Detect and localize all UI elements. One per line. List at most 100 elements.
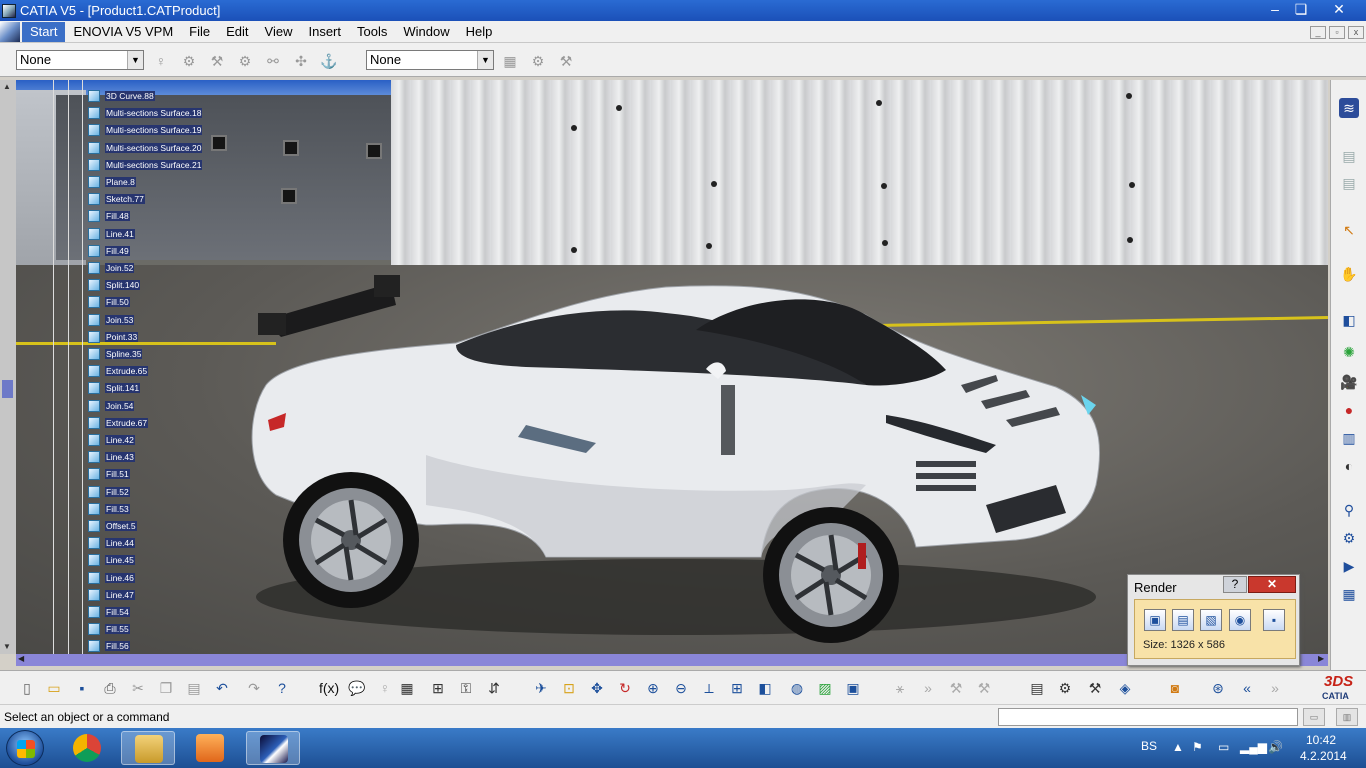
line-thickness-icon[interactable]: ⚯ — [263, 53, 283, 69]
catalog-icon[interactable]: ▤ — [1027, 679, 1047, 697]
tree-item[interactable]: Line.47 — [88, 587, 135, 603]
render-style-icon[interactable]: ⚙ — [179, 53, 199, 69]
constraint-icon[interactable]: ⚒ — [974, 679, 994, 697]
taskbar-media-player[interactable] — [183, 731, 237, 765]
publication-icon[interactable]: ◈ — [1115, 679, 1135, 697]
tree-item[interactable]: Line.42 — [88, 432, 135, 448]
action-center-icon[interactable]: ⚑ — [1192, 740, 1203, 754]
tree-item[interactable]: Split.140 — [88, 277, 141, 293]
tree-item[interactable]: Line.45 — [88, 552, 135, 568]
light-icon[interactable]: ✺ — [1339, 342, 1359, 362]
maximize-button[interactable]: ❏ — [1288, 0, 1314, 19]
menu-start[interactable]: Start — [22, 21, 66, 42]
redo-icon[interactable]: ↷ — [244, 679, 264, 697]
render-shot-icon[interactable]: ▣ — [1144, 609, 1166, 631]
tree-item[interactable]: 3D Curve.88 — [88, 88, 155, 104]
shading-icon[interactable]: ◍ — [787, 679, 807, 697]
status-icon[interactable]: ▭ — [1303, 708, 1325, 726]
paste-icon[interactable]: ▤ — [184, 679, 204, 697]
tree-item[interactable]: Offset.5 — [88, 518, 137, 534]
menu-edit[interactable]: Edit — [218, 24, 256, 39]
bike-icon[interactable]: ⚲ — [1339, 500, 1359, 520]
clock-time[interactable]: 10:42 — [1306, 733, 1336, 747]
tree-item[interactable]: Fill.51 — [88, 466, 130, 482]
save-icon[interactable]: ▪ — [72, 679, 92, 697]
tree-item[interactable]: Multi-sections Surface.21 — [88, 157, 203, 173]
command-input[interactable] — [998, 708, 1298, 726]
scrollbar-thumb[interactable] — [2, 380, 13, 398]
tree-item[interactable]: Fill.50 — [88, 294, 130, 310]
tree-item[interactable]: Point.33 — [88, 329, 139, 345]
render-close-button[interactable]: ✕ — [1248, 576, 1296, 593]
properties-icon[interactable]: ⚙ — [235, 53, 255, 69]
cut-icon[interactable]: ✂ — [128, 679, 148, 697]
taskbar-chrome[interactable] — [60, 731, 114, 765]
tree-item[interactable]: Multi-sections Surface.18 — [88, 105, 203, 121]
visualization-filter-icon[interactable]: ⚙ — [528, 53, 548, 69]
menu-insert[interactable]: Insert — [300, 24, 349, 39]
hide-show-icon[interactable]: ▨ — [815, 679, 835, 697]
tree-item[interactable]: Fill.56 — [88, 638, 130, 654]
menu-tools[interactable]: Tools — [349, 24, 395, 39]
tree-item[interactable]: Extrude.65 — [88, 363, 149, 379]
tree-item[interactable]: Join.54 — [88, 398, 135, 414]
material-icon[interactable]: ● — [1339, 400, 1359, 420]
tree-item[interactable]: Fill.54 — [88, 604, 130, 620]
iso-view-icon[interactable]: ◧ — [755, 679, 775, 697]
scroll-up-icon[interactable]: ▲ — [3, 82, 11, 91]
filter-icon[interactable]: ⚒ — [556, 53, 576, 69]
tree-item[interactable]: Multi-sections Surface.20 — [88, 140, 203, 156]
layer-combo[interactable]: None ▼ — [366, 50, 494, 70]
show-hidden-icons-icon[interactable]: ▲ — [1172, 740, 1184, 754]
render-settings-icon[interactable]: ▤ — [1172, 609, 1194, 631]
copy-icon[interactable]: ❐ — [156, 679, 176, 697]
doc-restore-button[interactable]: ▫ — [1329, 26, 1345, 39]
shooting-icon[interactable]: ◙ — [1165, 679, 1185, 697]
menu-file[interactable]: File — [181, 24, 218, 39]
tree-item[interactable]: Plane.8 — [88, 174, 136, 190]
status-icon[interactable]: ▥ — [1336, 708, 1358, 726]
catia-menu-icon[interactable] — [0, 21, 20, 42]
close-button[interactable]: ✕ — [1326, 0, 1352, 19]
swap-space-icon[interactable]: ▣ — [843, 679, 863, 697]
formula-icon[interactable]: f(x) — [319, 679, 339, 697]
rotate-icon[interactable]: ↻ — [615, 679, 635, 697]
save-render-icon[interactable]: ▪ — [1263, 609, 1285, 631]
taskbar-catia[interactable] — [246, 731, 300, 765]
painter-icon[interactable]: ⚓ — [319, 53, 339, 69]
language-indicator[interactable]: BS — [1141, 739, 1157, 753]
lock-icon[interactable]: ⚿ — [456, 679, 476, 697]
turntable-icon[interactable]: ▦ — [1339, 584, 1359, 604]
fly-mode-icon[interactable]: ✈ — [531, 679, 551, 697]
tree-item[interactable]: Fill.49 — [88, 243, 130, 259]
chevron-down-icon[interactable]: ▼ — [477, 51, 493, 69]
new-icon[interactable]: ▯ — [17, 679, 37, 697]
tree-item[interactable]: Join.52 — [88, 260, 135, 276]
network-icon[interactable]: ▂▄▆ — [1240, 740, 1267, 754]
camera-icon[interactable]: 🎥 — [1339, 372, 1359, 392]
normal-view-icon[interactable]: ⟂ — [699, 679, 719, 697]
gear-icon[interactable]: ⚙ — [1339, 528, 1359, 548]
open-icon[interactable]: ▭ — [44, 679, 64, 697]
render-preview-icon[interactable]: ▧ — [1200, 609, 1222, 631]
doc-minimize-button[interactable]: _ — [1310, 26, 1326, 39]
layer-properties-icon[interactable]: ▦ — [500, 53, 520, 69]
tree-item[interactable]: Spline.35 — [88, 346, 143, 362]
pan-icon[interactable]: ✥ — [587, 679, 607, 697]
layer-filter-icon[interactable]: ⚒ — [207, 53, 227, 69]
environment-icon[interactable]: ≋ — [1339, 98, 1359, 118]
graph-icon[interactable]: ⊞ — [428, 679, 448, 697]
scroll-left-icon[interactable]: ◀ — [18, 654, 24, 663]
lamp-icon[interactable]: ♀ — [151, 53, 171, 69]
menu-enovia[interactable]: ENOVIA V5 VPM — [65, 24, 181, 39]
scroll-right-icon[interactable]: ▶ — [1318, 654, 1324, 663]
tools-icon[interactable]: ⚒ — [1085, 679, 1105, 697]
tree-item[interactable]: Fill.53 — [88, 501, 130, 517]
zoom-in-icon[interactable]: ⊕ — [643, 679, 663, 697]
tree-item[interactable]: Fill.55 — [88, 621, 130, 637]
tree-item[interactable]: Line.43 — [88, 449, 135, 465]
minimize-button[interactable]: – — [1262, 0, 1288, 19]
taskbar-explorer[interactable] — [121, 731, 175, 765]
camera-shot-icon[interactable]: ◉ — [1229, 609, 1251, 631]
chevron-down-icon[interactable]: ▼ — [127, 51, 143, 69]
